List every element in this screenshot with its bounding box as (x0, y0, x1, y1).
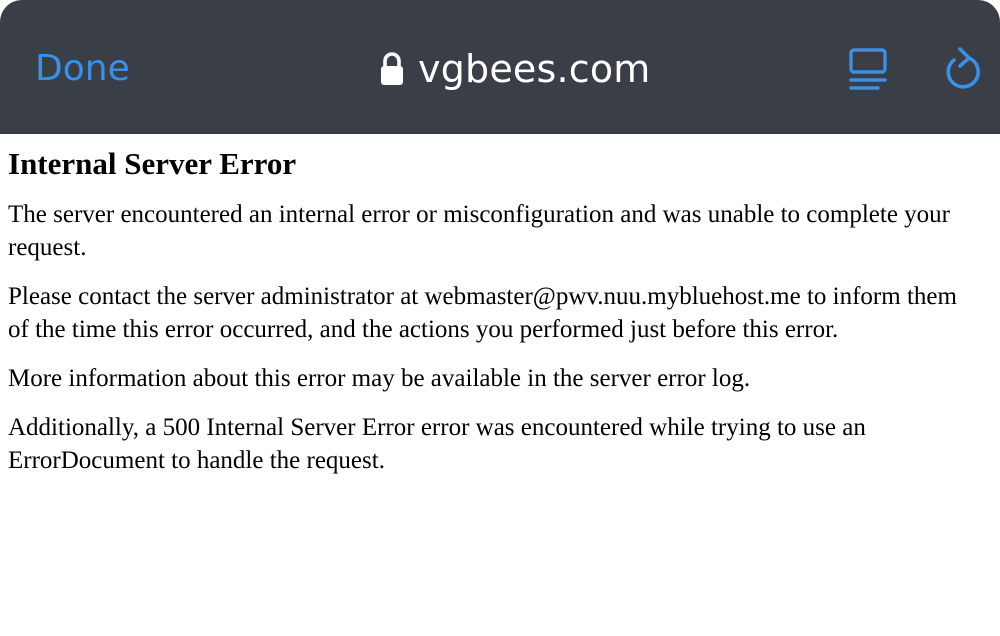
paragraph-contact-admin: Please contact the server administrator … (8, 280, 1000, 346)
text-line: Please contact the server administrator … (8, 283, 957, 310)
reader-view-icon[interactable] (846, 47, 890, 93)
paragraph-additional-error: Additionally, a 500 Internal Server Erro… (8, 411, 1000, 477)
paragraph-error-log: More information about this error may be… (8, 362, 1000, 395)
text-line: More information about this error may be… (8, 365, 751, 392)
page-title: Internal Server Error (8, 146, 297, 181)
text-line: request. (8, 234, 87, 261)
text-line: The server encountered an internal error… (8, 201, 951, 228)
text-line: ErrorDocument to handle the request. (8, 447, 385, 474)
domain-label: vgbees.com (418, 47, 651, 91)
done-button[interactable]: Done (35, 46, 130, 92)
paragraph-server-error: The server encountered an internal error… (8, 198, 1000, 264)
text-line: Additionally, a 500 Internal Server Erro… (8, 414, 866, 441)
lock-icon (381, 52, 403, 85)
text-line: of the time this error occurred, and the… (8, 316, 839, 343)
browser-toolbar: Done vgbees.com (0, 0, 1000, 134)
error-page-content: Internal Server Error The server encount… (8, 144, 1000, 493)
reload-icon[interactable] (940, 45, 984, 93)
address-bar[interactable]: vgbees.com (380, 44, 651, 94)
